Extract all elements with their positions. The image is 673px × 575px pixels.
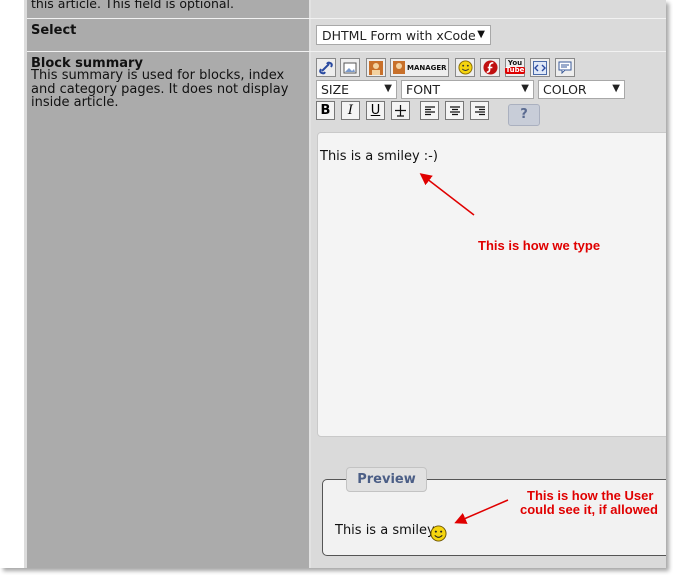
left-margin [0,0,25,568]
manager-avatar-icon [393,61,405,74]
italic-button[interactable]: I [341,101,360,120]
youtube-label-tube: Tube [504,66,526,74]
annotation-preview-note-line2: could see it, if allowed [520,502,658,517]
align-center-icon [449,105,460,115]
form-type-select[interactable]: DHTML Form with xCode ▼ [316,25,491,45]
dropdown-arrow-icon: ▼ [384,83,392,94]
youtube-button[interactable]: You Tube [504,58,526,77]
code-icon [533,60,547,75]
smiley-icon [430,525,447,542]
select-label: Select [31,23,77,38]
strikethrough-button[interactable] [391,101,410,120]
color-dropdown[interactable]: COLOR ▼ [538,80,625,99]
dropdown-arrow-icon: ▼ [521,83,529,94]
align-right-icon [474,105,485,115]
align-right-button[interactable] [470,101,489,120]
underline-button[interactable]: U [366,101,385,120]
flash-button[interactable] [480,58,500,77]
form-type-select-value: DHTML Form with xCode [322,28,476,43]
font-dropdown-label: FONT [406,82,441,97]
align-left-icon [424,105,435,115]
quote-icon [558,61,572,74]
image-icon [343,62,357,73]
font-dropdown[interactable]: FONT ▼ [401,80,534,99]
size-dropdown[interactable]: SIZE ▼ [316,80,397,99]
help-button[interactable]: ? [508,104,540,126]
summary-editor-textarea[interactable] [317,132,666,437]
avatar-button[interactable] [366,58,386,77]
smiley-icon [457,60,473,75]
link-icon [319,61,333,74]
smiley-button[interactable] [455,58,475,77]
bold-button[interactable]: B [316,101,335,120]
size-dropdown-label: SIZE [321,82,350,97]
dropdown-arrow-icon: ▼ [477,29,485,40]
preview-legend: Preview [346,467,427,492]
screenshot-frame: this article. This field is optional. Se… [0,0,666,568]
strikethrough-icon [395,105,406,117]
quote-button[interactable] [555,58,575,77]
flash-icon [482,60,498,75]
manager-button[interactable]: MANAGER [390,58,449,77]
code-button[interactable] [530,58,550,77]
align-center-button[interactable] [445,101,464,120]
dropdown-arrow-icon: ▼ [612,83,620,94]
manager-label: MANAGER [407,63,447,72]
annotation-typing-note: This is how we type [478,238,601,253]
row-divider [27,51,666,52]
image-button[interactable] [340,58,360,77]
link-button[interactable] [316,58,336,77]
color-dropdown-label: COLOR [543,82,587,97]
editor-content-text: This is a smiley :-) [320,149,438,164]
avatar-icon [369,60,383,75]
block-summary-description: This summary is used for blocks, index a… [31,68,289,110]
preview-text: This is a smiley [335,523,435,538]
row-divider [27,18,666,19]
align-left-button[interactable] [420,101,439,120]
annotation-preview-note-line1: This is how the User [527,488,654,503]
youtube-icon: You Tube [504,60,526,75]
optional-field-label: this article. This field is optional. [31,0,234,11]
